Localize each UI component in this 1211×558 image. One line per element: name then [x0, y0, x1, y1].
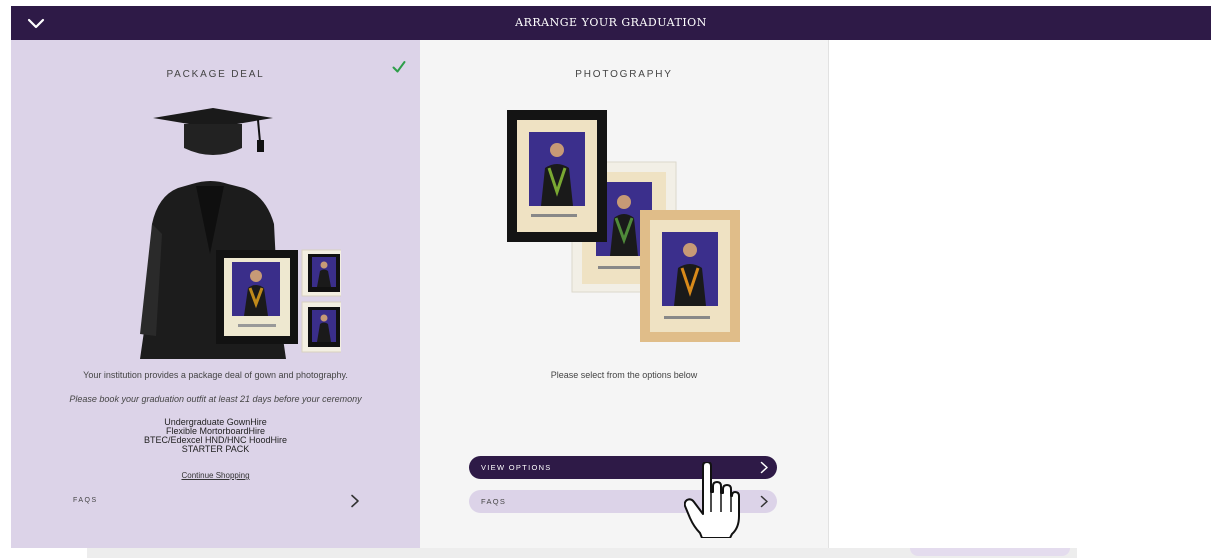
- framed-photo-small-top: [301, 249, 341, 297]
- package-faqs-label: FAQS: [73, 497, 98, 504]
- gown-and-photo-image: [140, 108, 341, 359]
- hand-cursor-icon: [684, 462, 740, 538]
- photo-frames-image: [507, 110, 740, 342]
- mortarboard-image: [153, 108, 273, 155]
- empty-panel: [828, 40, 1211, 548]
- continue-shopping-link[interactable]: Continue Shopping: [11, 471, 420, 480]
- photography-panel[interactable]: PHOTOGRAPHY Please select from the optio…: [420, 40, 828, 548]
- framed-photo-small-bottom: [301, 301, 341, 353]
- booking-notice: Please book your graduation outfit at le…: [69, 394, 362, 404]
- view-options-label: VIEW OPTIONS: [481, 463, 552, 472]
- checkmark-icon: [392, 61, 406, 73]
- black-frame-photo: [507, 110, 607, 242]
- package-deal-panel[interactable]: PACKAGE DEAL Your institution provides a…: [11, 40, 420, 548]
- chevron-right-icon: [760, 461, 768, 474]
- package-deal-heading: PACKAGE DEAL: [166, 69, 265, 80]
- photography-heading: PHOTOGRAPHY: [575, 69, 673, 80]
- chevron-right-icon: [351, 494, 359, 508]
- package-description: Your institution provides a package deal…: [83, 370, 348, 380]
- photography-description: Please select from the options below: [550, 370, 698, 380]
- package-item: STARTER PACK: [181, 444, 250, 454]
- framed-photo-large: [216, 250, 298, 344]
- bottom-pill: [910, 548, 1070, 556]
- photography-faqs-label: FAQS: [481, 497, 507, 506]
- package-items-list: Undergraduate GownHire Flexible Mortorbo…: [11, 418, 420, 454]
- chevron-right-icon: [760, 495, 768, 508]
- oak-frame-photo: [640, 210, 740, 342]
- page-title: ARRANGE YOUR GRADUATION: [515, 16, 707, 29]
- package-faqs-row[interactable]: FAQS: [71, 490, 361, 512]
- header-bar: ARRANGE YOUR GRADUATION: [11, 6, 1211, 40]
